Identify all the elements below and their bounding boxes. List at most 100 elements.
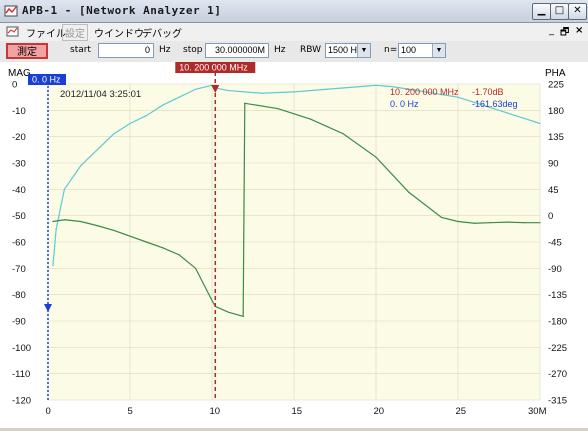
magnitude-point [178, 96, 180, 98]
magnitude-point [375, 84, 377, 86]
close-button[interactable]: ✕ [568, 3, 587, 20]
stop-label: stop [183, 45, 203, 55]
y-right-tick-label: 180 [548, 106, 564, 117]
magnitude-point [55, 228, 57, 230]
y-left-tick-label: -70 [12, 264, 26, 275]
n-select[interactable]: 100 ▼ [398, 43, 446, 58]
magnitude-point [129, 122, 131, 125]
rbw-label: RBW [300, 45, 322, 55]
y-left-tick-label: -80 [12, 290, 26, 301]
phase-point [96, 225, 98, 227]
start-label: start [70, 45, 91, 55]
phase-point [408, 191, 410, 193]
phase-point [277, 107, 279, 110]
rbw-select[interactable]: 1500 Hz ▼ [325, 43, 371, 58]
magnitude-point [162, 104, 164, 106]
phase-point [52, 220, 54, 223]
menu-file[interactable]: ファイル [26, 25, 66, 40]
magnitude-point [539, 122, 541, 125]
toolbar: 測定 start 0 Hz stop 30.000000M Hz RBW 150… [0, 41, 588, 63]
y-left-tick-label: -20 [12, 132, 26, 143]
phase-point [162, 247, 164, 249]
mdi-close-icon[interactable]: × [575, 25, 583, 36]
y-right-tick-label: 225 [548, 80, 564, 91]
phase-point [342, 133, 344, 135]
phase-point [490, 222, 492, 224]
marker1-tag: 10. 200 000 MHz [179, 63, 248, 73]
y-right-tick-label: -45 [548, 238, 562, 249]
x-tick-label: 0 [46, 406, 51, 417]
magnitude-point [523, 117, 525, 119]
y-right-tick-label: -180 [548, 317, 567, 328]
y-right-tick-label: 135 [548, 132, 564, 143]
magnitude-point [145, 115, 147, 117]
magnitude-point [80, 165, 82, 167]
phase-point [309, 118, 311, 120]
n-value: 100 [401, 45, 417, 55]
y-left-tick-label: 0 [12, 80, 17, 91]
magnitude-point [506, 112, 508, 114]
phase-point [80, 220, 82, 223]
plot-area[interactable]: 0 -10 -20 -30 -40 -50 -60 -70 -80 -90 -100 -110 -120… [0, 62, 588, 428]
y-left-tick-label: -50 [12, 211, 26, 222]
maximize-button[interactable]: □ [550, 3, 569, 20]
y-left-tick-label: -120 [12, 396, 31, 407]
magnitude-point [260, 92, 262, 94]
y-right-tick-label: -315 [548, 396, 567, 407]
chevron-down-icon: ▼ [357, 44, 370, 57]
phase-point [113, 229, 115, 231]
marker2-value-readout: -161.63deg [472, 99, 518, 109]
phase-point [211, 299, 213, 302]
measure-button[interactable]: 測定 [6, 43, 48, 59]
menu-settings[interactable]: 設定 [62, 24, 88, 41]
magnitude-point [113, 133, 115, 135]
start-input[interactable]: 0 [98, 43, 154, 58]
y-left-tick-label: -60 [12, 238, 26, 249]
timestamp: 2012/11/04 3:25:01 [60, 89, 141, 100]
phase-point [195, 267, 197, 269]
left-axis-title: MAG [8, 68, 31, 79]
y-right-tick-label: 45 [548, 185, 559, 196]
right-axis-title: PHA [545, 68, 566, 79]
child-window-icon[interactable] [6, 26, 19, 38]
stop-input[interactable]: 30.000000M [205, 43, 269, 58]
phase-point [242, 315, 244, 317]
marker2-tag: 0. 0 Hz [32, 75, 61, 85]
x-tick-label: 20 [374, 406, 385, 417]
phase-point [523, 222, 525, 224]
phase-point [506, 221, 508, 223]
magnitude-point [359, 86, 361, 88]
y-right-tick-label: -135 [548, 290, 567, 301]
x-tick-label: 10 [210, 406, 221, 417]
minimize-icon: ▁ [537, 5, 546, 16]
mdi-minimize-icon[interactable]: _ [549, 25, 554, 36]
y-right-tick-label: 0 [548, 211, 553, 222]
menu-debug[interactable]: デバッグ [142, 25, 182, 40]
mdi-restore-icon[interactable]: 🗗 [560, 25, 569, 42]
y-left-tick-label: -110 [12, 369, 30, 380]
phase-point [441, 216, 443, 219]
phase-point [375, 156, 377, 158]
y-left-tick-label: -100 [12, 343, 31, 354]
network-analyzer-chart[interactable]: 0 -10 -20 -30 -40 -50 -60 -70 -80 -90 -100 -110 -120… [0, 62, 588, 428]
minimize-button[interactable]: ▁ [532, 3, 551, 20]
y-left-tick-label: -40 [12, 185, 26, 196]
phase-point [129, 235, 131, 237]
magnitude-point [293, 91, 295, 93]
window-title: APB-1 - [Network Analyzer 1] [22, 4, 222, 17]
magnitude-point [227, 89, 229, 92]
magnitude-point [326, 88, 328, 90]
marker1-value-readout: -1.70dB [472, 87, 504, 97]
y-right-tick-label: -225 [548, 343, 567, 354]
magnitude-point [52, 265, 54, 267]
magnitude-point [244, 91, 246, 93]
close-icon: ✕ [573, 5, 582, 16]
menu-window[interactable]: ウインドウ [94, 25, 144, 40]
y-left-tick-label: -90 [12, 317, 26, 328]
x-tick-label: 25 [456, 406, 467, 417]
phase-point [244, 102, 246, 104]
y-right-tick-label: 90 [548, 159, 559, 170]
app-icon [4, 5, 18, 17]
magnitude-point [63, 188, 65, 190]
phase-point [63, 219, 65, 221]
